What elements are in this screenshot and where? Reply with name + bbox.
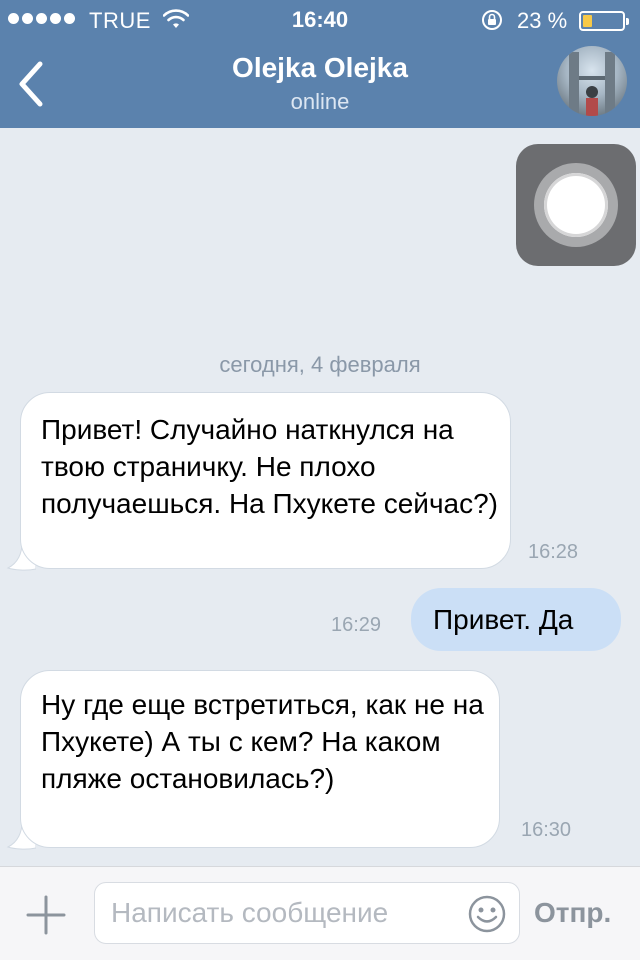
attach-button[interactable]	[26, 895, 66, 935]
message-time: 16:28	[528, 541, 579, 563]
battery-level-fill	[583, 15, 592, 27]
message-bubble-incoming[interactable]: Привет! Случайно наткнулся на твою стран…	[20, 392, 578, 569]
message-time: 16:30	[521, 819, 572, 841]
plus-icon	[26, 895, 66, 935]
message-text: Ну где еще встретиться, как не на Пхукет…	[41, 689, 484, 794]
rotation-lock-icon	[482, 10, 502, 30]
date-separator: сегодня, 4 февраля	[219, 352, 421, 377]
battery-percent: 23 %	[517, 8, 568, 33]
message-bubble-incoming[interactable]: Ну где еще встретиться, как не на Пхукет…	[20, 670, 571, 848]
assistive-touch-icon[interactable]	[516, 144, 636, 266]
avatar[interactable]	[557, 46, 627, 116]
message-input-bar: Отпр.	[0, 866, 640, 960]
contact-name[interactable]: Olejka Olejka	[0, 52, 640, 84]
message-input[interactable]	[111, 883, 461, 943]
message-field[interactable]	[94, 882, 520, 944]
send-button[interactable]: Отпр.	[534, 897, 611, 929]
smiley-icon	[468, 895, 506, 933]
message-text: Привет! Случайно наткнулся на твою стран…	[41, 414, 498, 519]
battery-icon	[579, 11, 629, 31]
status-bar: TRUE 16:40 23 %	[0, 0, 640, 40]
emoji-button[interactable]	[467, 894, 507, 934]
message-time: 16:29	[331, 614, 382, 636]
contact-status: online	[290, 89, 350, 114]
message-text: Привет. Да	[433, 604, 574, 635]
header: TRUE 16:40 23 % Olejka Olejka online	[0, 0, 640, 128]
message-bubble-outgoing[interactable]: Привет. Да	[411, 588, 621, 651]
